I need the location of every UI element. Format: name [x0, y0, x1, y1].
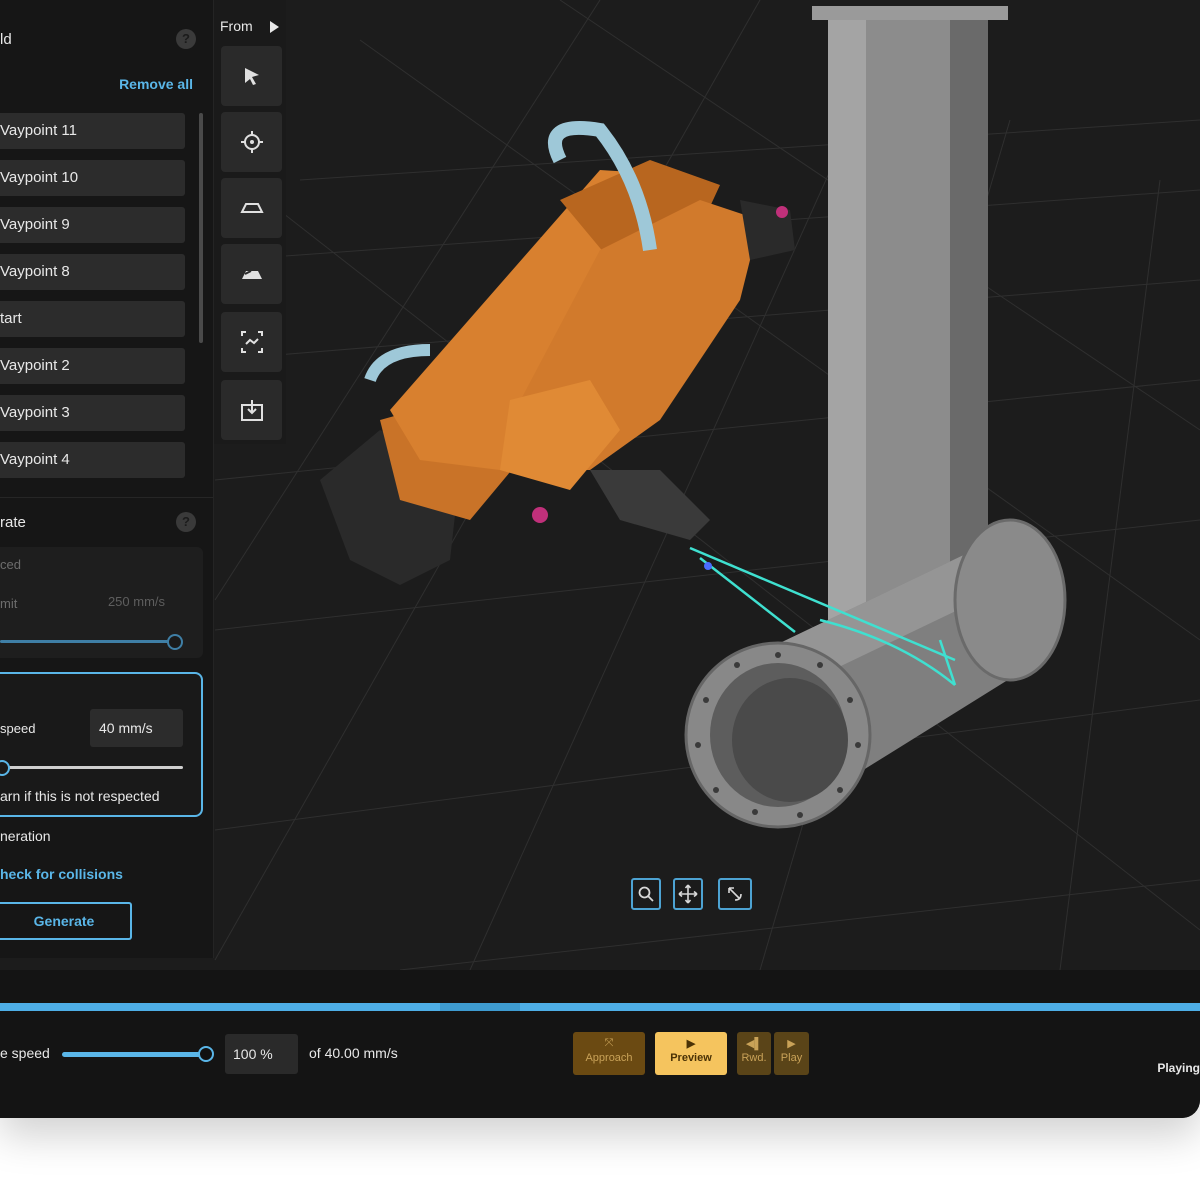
playback-speed-label: e speed: [0, 1045, 50, 1061]
pointer-tool-button[interactable]: [221, 46, 282, 106]
warn-checkbox-label[interactable]: arn if this is not respected: [0, 788, 160, 804]
playback-status: Playing: [1157, 1061, 1200, 1075]
plane-outline-icon: [239, 203, 264, 213]
surface-tool-button[interactable]: [221, 244, 282, 304]
from-label: From: [220, 18, 253, 34]
left-panel: ld ? Remove all Vaypoint 11 Vaypoint 10 …: [0, 0, 214, 958]
pointer-icon: [244, 68, 259, 85]
generate-section-title: rate: [0, 514, 26, 531]
plane-tool-button[interactable]: [221, 178, 282, 238]
tcp-speed-input[interactable]: 40 mm/s: [90, 709, 183, 747]
waypoint-item[interactable]: tart: [0, 301, 185, 337]
playback-speed-input[interactable]: 100 %: [225, 1034, 298, 1074]
generate-button[interactable]: Generate: [0, 902, 132, 940]
waypoint-item[interactable]: Vaypoint 8: [0, 254, 185, 290]
divider: [0, 497, 213, 498]
playback-speed-unit: of 40.00 mm/s: [309, 1045, 398, 1061]
tcp-speed-label: speed: [0, 721, 36, 736]
speed-limit-thumb[interactable]: [167, 634, 183, 650]
playback-speed-slider[interactable]: [62, 1052, 206, 1057]
help-icon[interactable]: ?: [176, 29, 196, 49]
approach-icon: ⤧: [604, 1037, 614, 1049]
waypoint-item[interactable]: Vaypoint 2: [0, 348, 185, 384]
help-icon[interactable]: ?: [176, 512, 196, 532]
playback-speed-thumb[interactable]: [198, 1046, 214, 1062]
approach-label: Approach: [585, 1052, 633, 1064]
robot-arm: [320, 121, 795, 585]
play-label: Play: [780, 1052, 803, 1064]
plane-filled-icon: [241, 270, 262, 279]
download-icon: [240, 400, 263, 421]
waypoint-list: Vaypoint 11 Vaypoint 10 Vaypoint 9 Vaypo…: [0, 113, 185, 489]
pan-button[interactable]: [673, 878, 703, 910]
preview-label: Preview: [670, 1052, 712, 1064]
tcp-speed-slider[interactable]: [0, 766, 183, 769]
rewind-label: Rwd.: [741, 1052, 767, 1064]
rotate-button[interactable]: [718, 878, 752, 910]
approach-button[interactable]: ⤧ Approach: [573, 1032, 645, 1075]
pan-icon: [678, 884, 698, 904]
remove-all-button[interactable]: Remove all: [119, 76, 193, 92]
waypoint-scrollbar[interactable]: [199, 113, 203, 343]
waypoint-item[interactable]: Vaypoint 3: [0, 395, 185, 431]
import-button[interactable]: [221, 380, 282, 440]
waypoint-item[interactable]: Vaypoint 4: [0, 442, 185, 478]
play-button[interactable]: ▶ Play: [774, 1032, 809, 1075]
target-tool-button[interactable]: [221, 112, 282, 172]
generation-label: neration: [0, 828, 51, 844]
play-icon: ▶: [787, 1038, 796, 1050]
speed-limit-input[interactable]: 250 mm/s: [90, 584, 183, 620]
app-window: ld ? Remove all Vaypoint 11 Vaypoint 10 …: [0, 0, 1200, 1118]
zoom-icon: [638, 886, 654, 902]
rewind-icon: ◀▌: [745, 1038, 763, 1050]
rotate-icon: [728, 887, 742, 901]
fit-view-button[interactable]: [221, 312, 282, 372]
preview-button[interactable]: ▶ Preview: [655, 1032, 727, 1075]
speed-limit-label: mit: [0, 596, 18, 611]
rewind-button[interactable]: ◀▌ Rwd.: [737, 1032, 771, 1075]
timeline-track[interactable]: [0, 1003, 1200, 1011]
speed-mode-label: ced: [0, 557, 21, 572]
fit-view-icon: [240, 331, 263, 353]
preview-icon: ▶: [686, 1038, 696, 1050]
path-section-title: ld: [0, 31, 12, 48]
from-play-icon[interactable]: [270, 21, 279, 33]
speed-limit-slider[interactable]: [0, 640, 176, 643]
target-icon: [240, 131, 263, 153]
waypoint-item[interactable]: Vaypoint 11: [0, 113, 185, 149]
zoom-button[interactable]: [631, 878, 661, 910]
check-collisions-link[interactable]: heck for collisions: [0, 866, 123, 882]
waypoint-item[interactable]: Vaypoint 9: [0, 207, 185, 243]
waypoint-item[interactable]: Vaypoint 10: [0, 160, 185, 196]
